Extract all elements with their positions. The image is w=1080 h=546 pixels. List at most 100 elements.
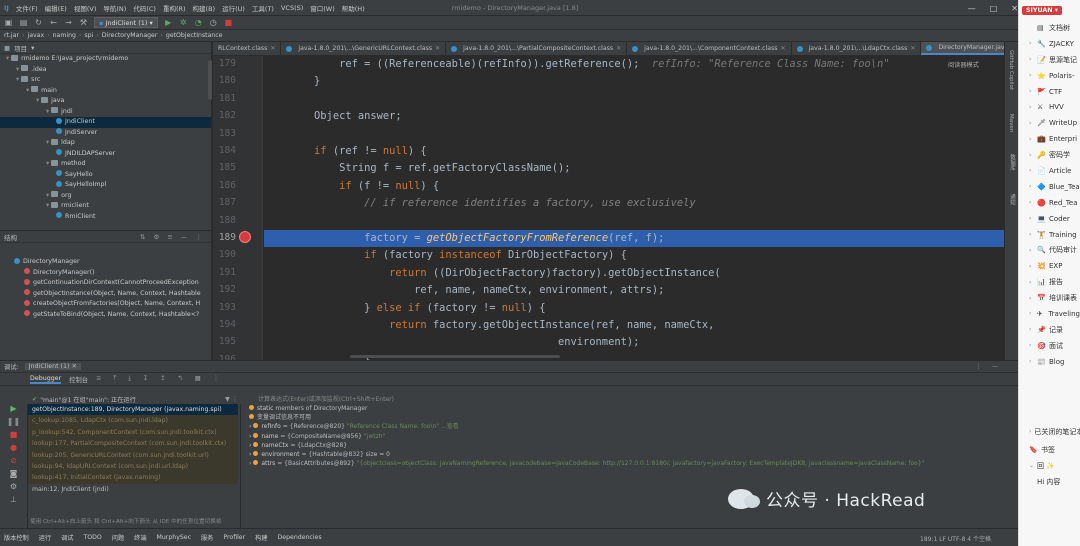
notebook-item[interactable]: › 🔧 ZJACKY — [1019, 36, 1080, 52]
close-tab-icon[interactable]: ✕ — [910, 45, 915, 52]
tree-item[interactable]: ▾ java — [0, 96, 211, 107]
menu-item[interactable]: 工具(T) — [252, 3, 274, 13]
notebook-item[interactable]: › 📌 记录 — [1019, 322, 1080, 338]
breadcrumb-item[interactable]: javax — [27, 32, 44, 39]
editor-tab[interactable]: RLContext.class ✕ — [213, 42, 282, 55]
stop-icon[interactable]: ■ — [224, 18, 233, 27]
database-tool-button[interactable]: 数据库 — [1008, 154, 1016, 171]
notebook-item[interactable]: › 💥 EXP — [1019, 258, 1080, 274]
breadcrumb-item[interactable]: spi — [84, 32, 93, 39]
stack-frame[interactable]: main:12, JndiClient (jndi) — [28, 484, 238, 495]
notebook-item[interactable]: › 📊 报告 — [1019, 274, 1080, 290]
menu-item[interactable]: 视图(V) — [74, 3, 97, 13]
notebook-item[interactable]: › 📄 Article — [1019, 163, 1080, 179]
tree-item[interactable]: RmiClient — [0, 212, 211, 223]
save-icon[interactable]: ▤ — [19, 18, 28, 27]
notebook-item[interactable]: › 🗡 WriteUp — [1019, 115, 1080, 131]
close-tab-icon[interactable]: ✕ — [435, 45, 440, 52]
tree-item[interactable]: ▾ main — [0, 86, 211, 97]
notebook-item[interactable]: › ⭐ Polaris- — [1019, 68, 1080, 84]
notebook-item[interactable]: › 💻 Coder — [1019, 211, 1080, 227]
camera-icon[interactable]: ◙ — [0, 469, 27, 482]
closed-notebooks[interactable]: › 已关闭的笔记本 — [1019, 424, 1080, 440]
debug-step-toolbar[interactable]: ≡ ⤒ ⤓ ↧ ↥ ↰ ▦ ⋮ — [96, 375, 224, 383]
tree-item[interactable]: ▾ org — [0, 191, 211, 202]
notebook-item[interactable]: › 🔴 Red_Tea — [1019, 195, 1080, 211]
notebook-item[interactable]: › ⚔ HVV — [1019, 99, 1080, 115]
editor-tab[interactable]: java-1.8.0_201\...\PartialCompositeConte… — [446, 42, 628, 55]
evaluate-expression-input[interactable]: 计算表达式(Enter)或添加监视(Ctrl+Shift+Enter) — [242, 394, 1002, 404]
breadcrumb-item[interactable]: rt.jar — [4, 32, 19, 39]
status-tool-button[interactable]: 终端 — [134, 533, 146, 542]
project-panel-title[interactable]: 项目 — [14, 43, 27, 53]
close-tab-icon[interactable]: ✕ — [781, 45, 786, 52]
maven-tool-button[interactable]: Maven — [1008, 114, 1014, 132]
notebook-item[interactable]: › 📰 Blog — [1019, 354, 1080, 370]
notebook-item[interactable]: › 📅 培训课表 — [1019, 290, 1080, 306]
menu-item[interactable]: 构建(B) — [193, 3, 216, 13]
coverage-icon[interactable]: ◔ — [194, 18, 203, 27]
tab-debugger[interactable]: Debugger — [30, 375, 62, 384]
menu-item[interactable]: 运行(U) — [222, 3, 245, 13]
debug-panel-options-icon[interactable]: ⋮ — — [975, 363, 1002, 370]
breadcrumb-item[interactable]: naming — [53, 32, 76, 39]
notebook-item[interactable]: › ✈ Traveling — [1019, 306, 1080, 322]
notebook-item[interactable]: › 📝 思源笔记 — [1019, 52, 1080, 68]
tree-item[interactable]: ▾ .idea — [0, 65, 211, 76]
status-tool-button[interactable]: 问题 — [112, 533, 124, 542]
variable-row[interactable]: › name = {CompositeName@856} "jwtzh" — [241, 432, 1004, 441]
pin-icon[interactable]: ⊥ — [0, 495, 27, 508]
variable-row[interactable]: static members of DirectoryManager — [241, 404, 1004, 413]
status-tool-button[interactable]: Profiler — [223, 534, 245, 541]
tree-item[interactable]: ▾ ldap — [0, 138, 211, 149]
stack-frame[interactable]: getObjectInstance:189, DirectoryManager … — [28, 404, 238, 416]
notebook-item[interactable]: › 🔷 Blue_Tea — [1019, 179, 1080, 195]
stack-frame[interactable]: lookup:177, PartialCompositeContext (com… — [28, 438, 238, 450]
tree-item[interactable]: ▾ rmidemo E:\Java_project\rmidemo — [0, 54, 211, 65]
tree-item[interactable]: JNDILDAPServer — [0, 149, 211, 160]
structure-item[interactable]: getObjectInstance(Object, Name, Context,… — [0, 289, 211, 300]
tree-item[interactable]: ▾ rmiclient — [0, 201, 211, 212]
menu-item[interactable]: 导航(N) — [103, 3, 126, 13]
resume-icon[interactable]: ▶ — [0, 404, 27, 417]
notebook-item[interactable]: › 🚩 CTF — [1019, 84, 1080, 100]
pause-icon[interactable]: ❚❚ — [0, 417, 27, 430]
status-tool-button[interactable]: 构建 — [255, 533, 267, 542]
structure-item[interactable]: getStateToBind(Object, Name, Context, Ha… — [0, 310, 211, 321]
stack-frame[interactable]: lookup:205, GenericURLContext (com.sun.j… — [28, 449, 238, 461]
profile-icon[interactable]: ◷ — [209, 18, 218, 27]
bookmark-subitem[interactable]: Hi 内容 — [1019, 474, 1080, 490]
structure-item[interactable]: DirectoryManager() — [0, 268, 211, 279]
notebook-item[interactable]: › 🎯 面试 — [1019, 338, 1080, 354]
copilot-tool-button[interactable]: GitHub Copilot — [1008, 50, 1014, 90]
view-breakpoints-icon[interactable]: ● — [0, 443, 27, 456]
editor-tab[interactable]: java-1.8.0_201\...\GenericURLContext.cla… — [281, 42, 447, 55]
thread-selector[interactable]: ✔ "main"@1 在组"main": 正在运行 ▼ ⋮ — [28, 394, 238, 404]
debug-icon[interactable]: ✲ — [179, 18, 188, 27]
structure-toolbar-icons[interactable]: ⇅ ⚙ ≡ — ⋮ — [140, 233, 205, 241]
debug-config-tab[interactable]: JndiClient (1) ✕ — [24, 363, 81, 370]
forward-icon[interactable]: → — [64, 18, 73, 27]
menu-item[interactable]: 窗口(W) — [310, 3, 335, 13]
structure-item[interactable]: createObjectFromFactories(Object, Name, … — [0, 299, 211, 310]
status-tool-button[interactable]: 调试 — [61, 533, 73, 542]
stack-frame[interactable]: c_lookup:1085, LdapCtx (com.sun.jndi.lda… — [28, 415, 238, 427]
menu-item[interactable]: 帮助(H) — [342, 3, 365, 13]
filter-icon[interactable]: ▼ ⋮ — [225, 396, 238, 403]
status-tool-button[interactable]: 服务 — [201, 533, 213, 542]
siyuan-brand[interactable]: SIYUAN ▾ — [1022, 5, 1062, 15]
refresh-icon[interactable]: ↻ — [34, 18, 43, 27]
notebook-item[interactable]: ▤ 文档树 — [1019, 20, 1080, 36]
run-config-select[interactable]: ▪ JndiClient (1) ▾ — [94, 17, 158, 28]
settings-icon[interactable]: ⚙ — [0, 482, 27, 495]
reader-mode-toggle[interactable]: 阅读器模式 — [948, 60, 979, 69]
notifications-tool-button[interactable]: 通知 — [1008, 194, 1016, 205]
code-editor[interactable]: ref = ((Referenceable)(refInfo)).getRefe… — [264, 56, 1004, 360]
run-icon[interactable]: ▶ — [164, 18, 173, 27]
notebook-item[interactable]: › 💼 Enterpri — [1019, 131, 1080, 147]
menu-item[interactable]: 代码(C) — [133, 3, 156, 13]
tab-console[interactable]: 控制台 — [69, 375, 88, 384]
menu-item[interactable]: 文件(F) — [16, 3, 38, 13]
breadcrumb-item[interactable]: DirectoryManager — [102, 32, 158, 39]
close-tab-icon[interactable]: ✕ — [616, 45, 621, 52]
